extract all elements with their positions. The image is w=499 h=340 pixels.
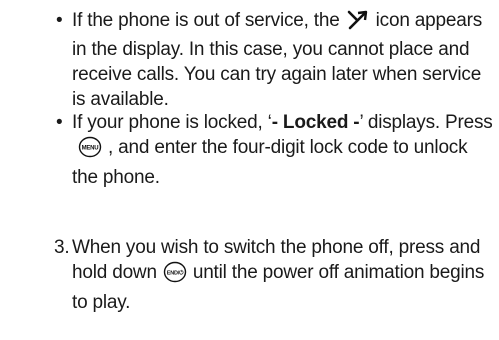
manual-page: • If the phone is out of service, the ico… bbox=[0, 0, 499, 340]
locked-label: - Locked - bbox=[271, 112, 360, 133]
no-service-icon bbox=[346, 10, 370, 37]
bullet-out-of-service: • If the phone is out of service, the ico… bbox=[56, 8, 494, 112]
end-key-label: END/⏻ bbox=[167, 270, 184, 277]
bullet-text-mid: ’ displays. Press bbox=[359, 112, 493, 133]
end-key-icon: END/⏻ bbox=[163, 261, 187, 290]
bullet-locked: • If your phone is locked, ‘- Locked -’ … bbox=[56, 110, 494, 190]
bullet-text-end: , and enter the four-digit lock code to … bbox=[72, 137, 468, 188]
bullet-text-start: If your phone is locked, ‘ bbox=[72, 112, 272, 133]
menu-key-label: MENU bbox=[82, 146, 99, 152]
step-number: 3. bbox=[54, 237, 70, 258]
bullet-marker: • bbox=[56, 112, 63, 133]
step-3: 3. When you wish to switch the phone off… bbox=[54, 235, 494, 315]
bullet-text-start: If the phone is out of service, the bbox=[72, 10, 340, 31]
step-text: When you wish to switch the phone off, p… bbox=[72, 235, 494, 315]
bullet-marker: • bbox=[56, 10, 63, 31]
menu-key-icon: MENU bbox=[78, 136, 102, 165]
